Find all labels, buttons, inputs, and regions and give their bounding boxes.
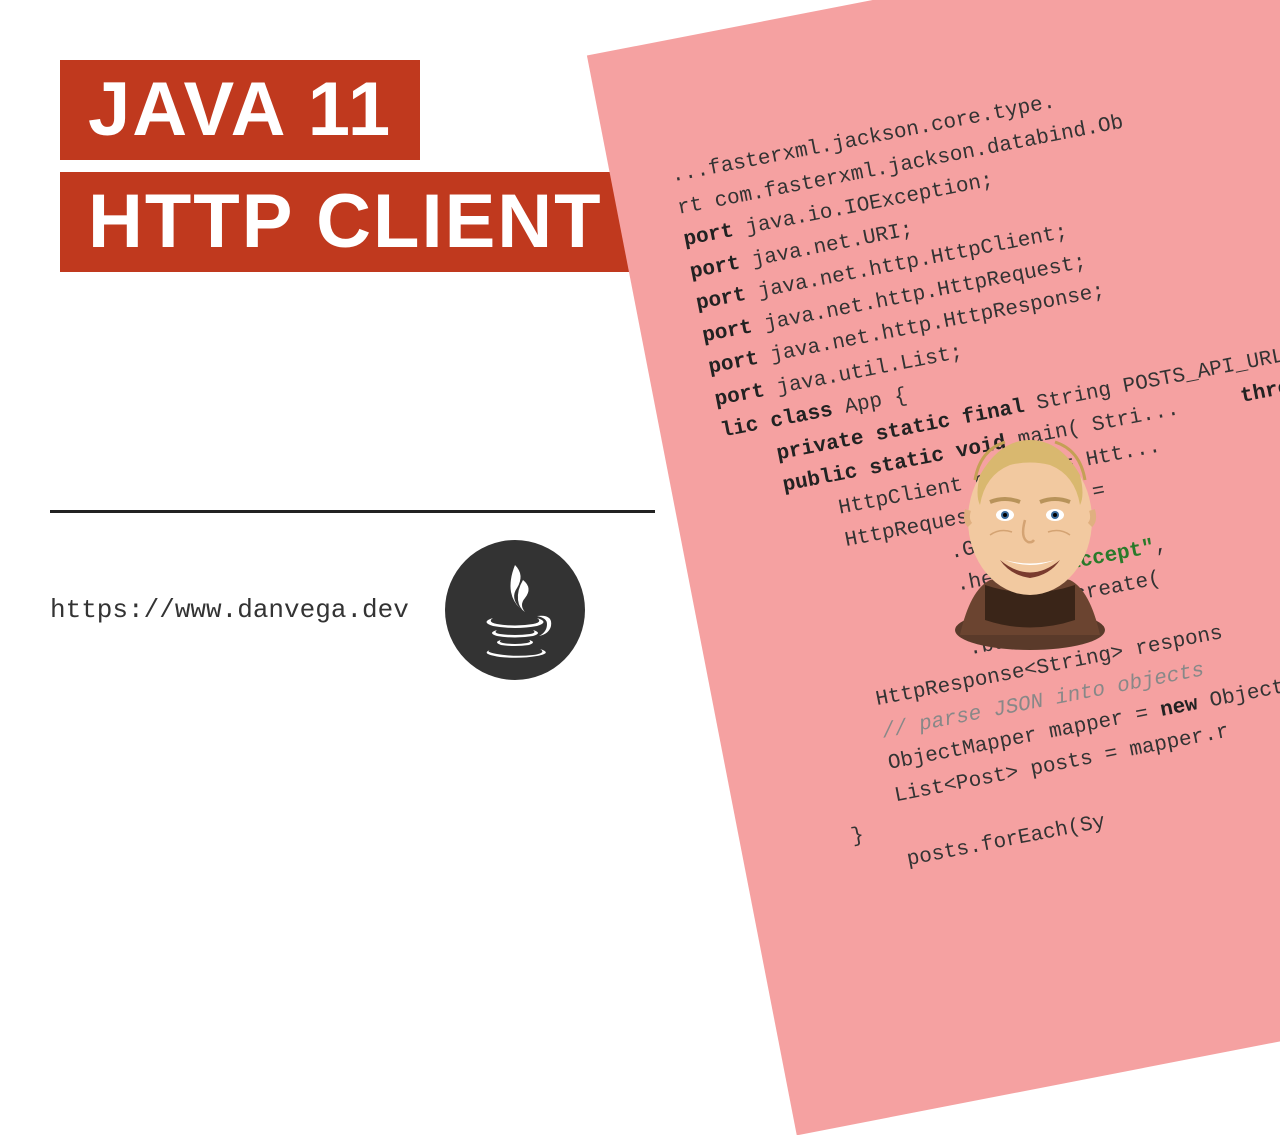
footer: https://www.danvega.dev	[50, 540, 585, 680]
footer-url: https://www.danvega.dev	[50, 595, 409, 625]
java-logo-icon	[445, 540, 585, 680]
title-line-1: JAVA 11	[60, 60, 420, 160]
avatar	[930, 420, 1130, 650]
title-line-2: HTTP CLIENT	[60, 172, 631, 272]
title-block: JAVA 11 HTTP CLIENT	[60, 60, 631, 284]
